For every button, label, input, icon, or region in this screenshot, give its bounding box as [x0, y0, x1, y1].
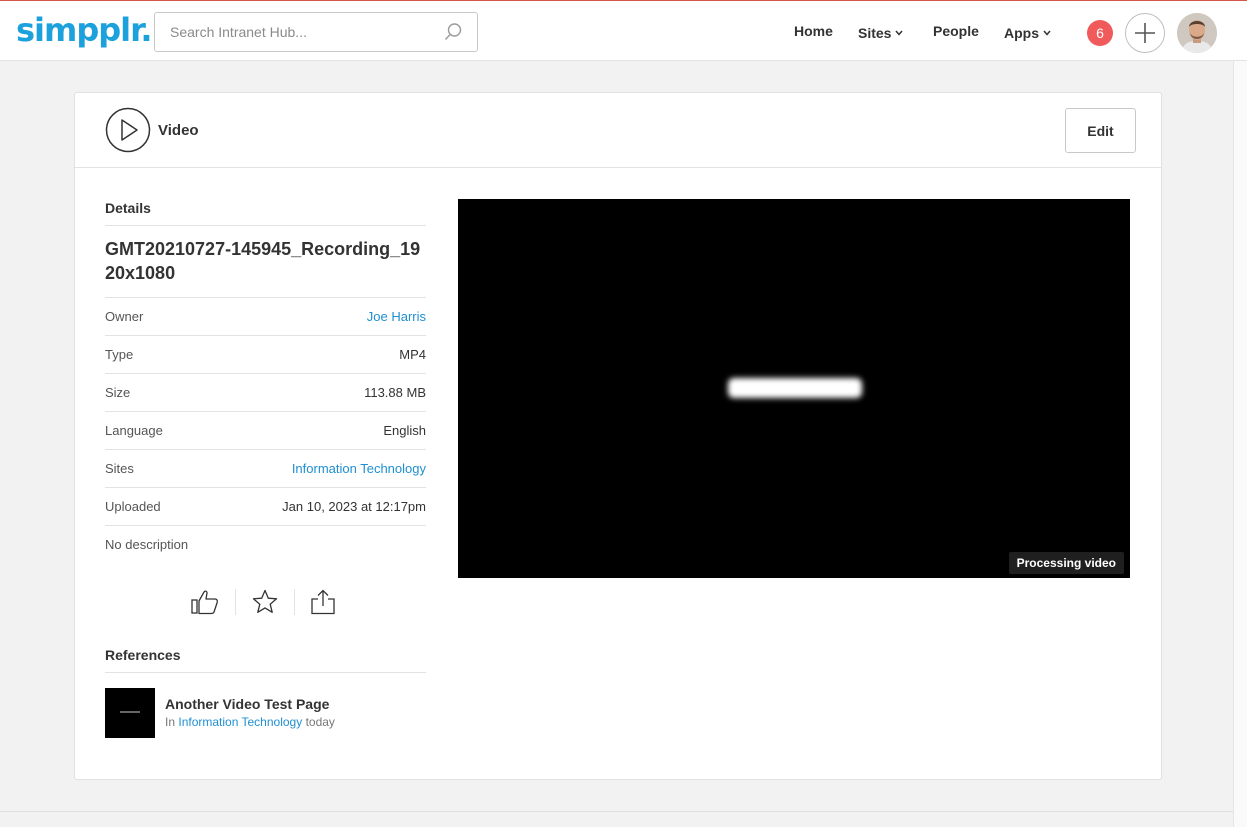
detail-value: English: [383, 423, 426, 438]
video-card: Video Edit Details GMT20210727-145945_Re…: [74, 92, 1162, 780]
nav-sites[interactable]: Sites: [858, 23, 904, 41]
detail-label: Owner: [105, 309, 144, 324]
search-input[interactable]: [155, 13, 435, 51]
footer-divider: [0, 811, 1233, 812]
detail-label: Sites: [105, 461, 134, 476]
processing-status: Processing video: [1008, 552, 1124, 574]
detail-label: Uploaded: [105, 499, 161, 514]
details-heading: Details: [105, 200, 426, 226]
detail-row-sites: Sites Information Technology: [105, 450, 426, 488]
search-box[interactable]: [154, 12, 478, 52]
owner-link[interactable]: Joe Harris: [367, 309, 426, 324]
reference-item[interactable]: Another Video Test Page In Information T…: [105, 688, 426, 748]
divider: [235, 589, 236, 615]
detail-value: 113.88 MB: [364, 385, 426, 400]
nav-sites-label: Sites: [858, 25, 892, 41]
notification-badge[interactable]: 6: [1087, 20, 1113, 46]
reference-meta: In Information Technology today: [165, 715, 335, 729]
thumbs-up-icon: [191, 590, 219, 615]
edit-button[interactable]: Edit: [1065, 108, 1136, 153]
nav-home[interactable]: Home: [794, 23, 833, 39]
detail-label: Size: [105, 385, 131, 400]
detail-label: Type: [105, 347, 134, 362]
detail-value: MP4: [399, 347, 426, 362]
video-player[interactable]: Processing video: [458, 199, 1130, 578]
avatar-image: [1177, 13, 1217, 53]
nav-apps[interactable]: Apps: [1004, 23, 1051, 41]
share-icon: [311, 589, 335, 615]
nav-people[interactable]: People: [933, 23, 979, 39]
top-bar: simpplr. Home Sites People Apps 6: [0, 0, 1247, 61]
user-avatar[interactable]: [1177, 13, 1217, 53]
detail-row-type: Type MP4: [105, 336, 426, 374]
detail-row-size: Size 113.88 MB: [105, 374, 426, 412]
play-circle-icon: [105, 107, 151, 158]
references-panel: References Another Video Test Page In In…: [105, 647, 426, 748]
scrollbar[interactable]: [1233, 61, 1247, 827]
reference-title[interactable]: Another Video Test Page: [165, 696, 329, 712]
reference-site-link[interactable]: Information Technology: [178, 715, 302, 729]
detail-row-owner: Owner Joe Harris: [105, 298, 426, 336]
search-icon[interactable]: [443, 22, 463, 47]
share-button[interactable]: [303, 585, 343, 619]
favorite-button[interactable]: [245, 585, 285, 619]
create-button[interactable]: [1125, 13, 1165, 53]
plus-icon: [1135, 23, 1155, 43]
content-type-title: Video: [158, 122, 199, 139]
description-text: No description: [105, 537, 189, 552]
detail-value: Jan 10, 2023 at 12:17pm: [282, 499, 426, 514]
nav-apps-label: Apps: [1004, 25, 1039, 41]
card-header: Video Edit: [75, 93, 1161, 168]
redacted-text: [728, 378, 862, 398]
chevron-down-icon: [1043, 23, 1051, 39]
site-link[interactable]: Information Technology: [292, 461, 426, 476]
reference-prefix: In: [165, 715, 176, 729]
star-icon: [252, 589, 278, 613]
nav-home-label: Home: [794, 23, 833, 39]
chevron-down-icon: [895, 23, 904, 39]
detail-row-uploaded: Uploaded Jan 10, 2023 at 12:17pm: [105, 488, 426, 526]
references-heading: References: [105, 647, 426, 673]
divider: [294, 589, 295, 615]
simpplr-logo[interactable]: simpplr.: [16, 11, 153, 49]
details-panel: Details GMT20210727-145945_Recording_192…: [105, 200, 426, 564]
nav-people-label: People: [933, 23, 979, 39]
reference-thumbnail[interactable]: [105, 688, 155, 738]
file-title: GMT20210727-145945_Recording_1920x1080: [105, 226, 426, 298]
detail-label: Language: [105, 423, 163, 438]
action-bar: [175, 585, 355, 619]
reference-time: today: [305, 715, 335, 729]
like-button[interactable]: [185, 585, 225, 619]
detail-row-language: Language English: [105, 412, 426, 450]
